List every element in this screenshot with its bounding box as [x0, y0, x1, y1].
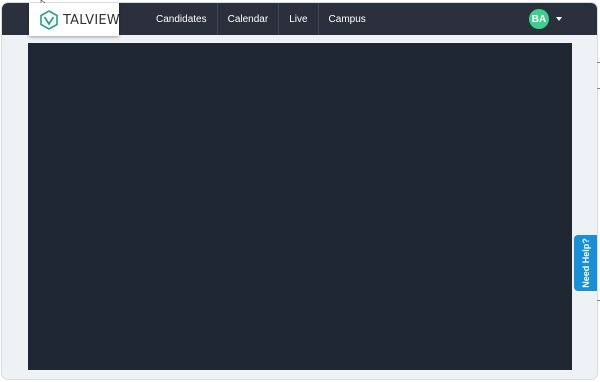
talview-logo-icon	[40, 10, 58, 30]
brand-logo[interactable]: TALVIEW	[29, 3, 120, 36]
user-avatar[interactable]: BA	[529, 9, 549, 29]
app-window: Candidates Calendar Live Campus BA TALVI…	[2, 3, 597, 379]
nav-item-calendar[interactable]: Calendar	[218, 3, 280, 35]
nav-item-candidates[interactable]: Candidates	[146, 3, 218, 35]
nav-item-campus[interactable]: Campus	[319, 3, 376, 35]
nav-item-live[interactable]: Live	[279, 3, 319, 35]
brand-name: TALVIEW	[63, 13, 120, 28]
caret-down-icon[interactable]	[556, 17, 562, 21]
main-nav: Candidates Calendar Live Campus	[146, 3, 376, 35]
main-content-panel	[28, 43, 572, 370]
need-help-label: Need Help?	[581, 238, 592, 288]
need-help-button[interactable]: Need Help?	[574, 235, 597, 291]
